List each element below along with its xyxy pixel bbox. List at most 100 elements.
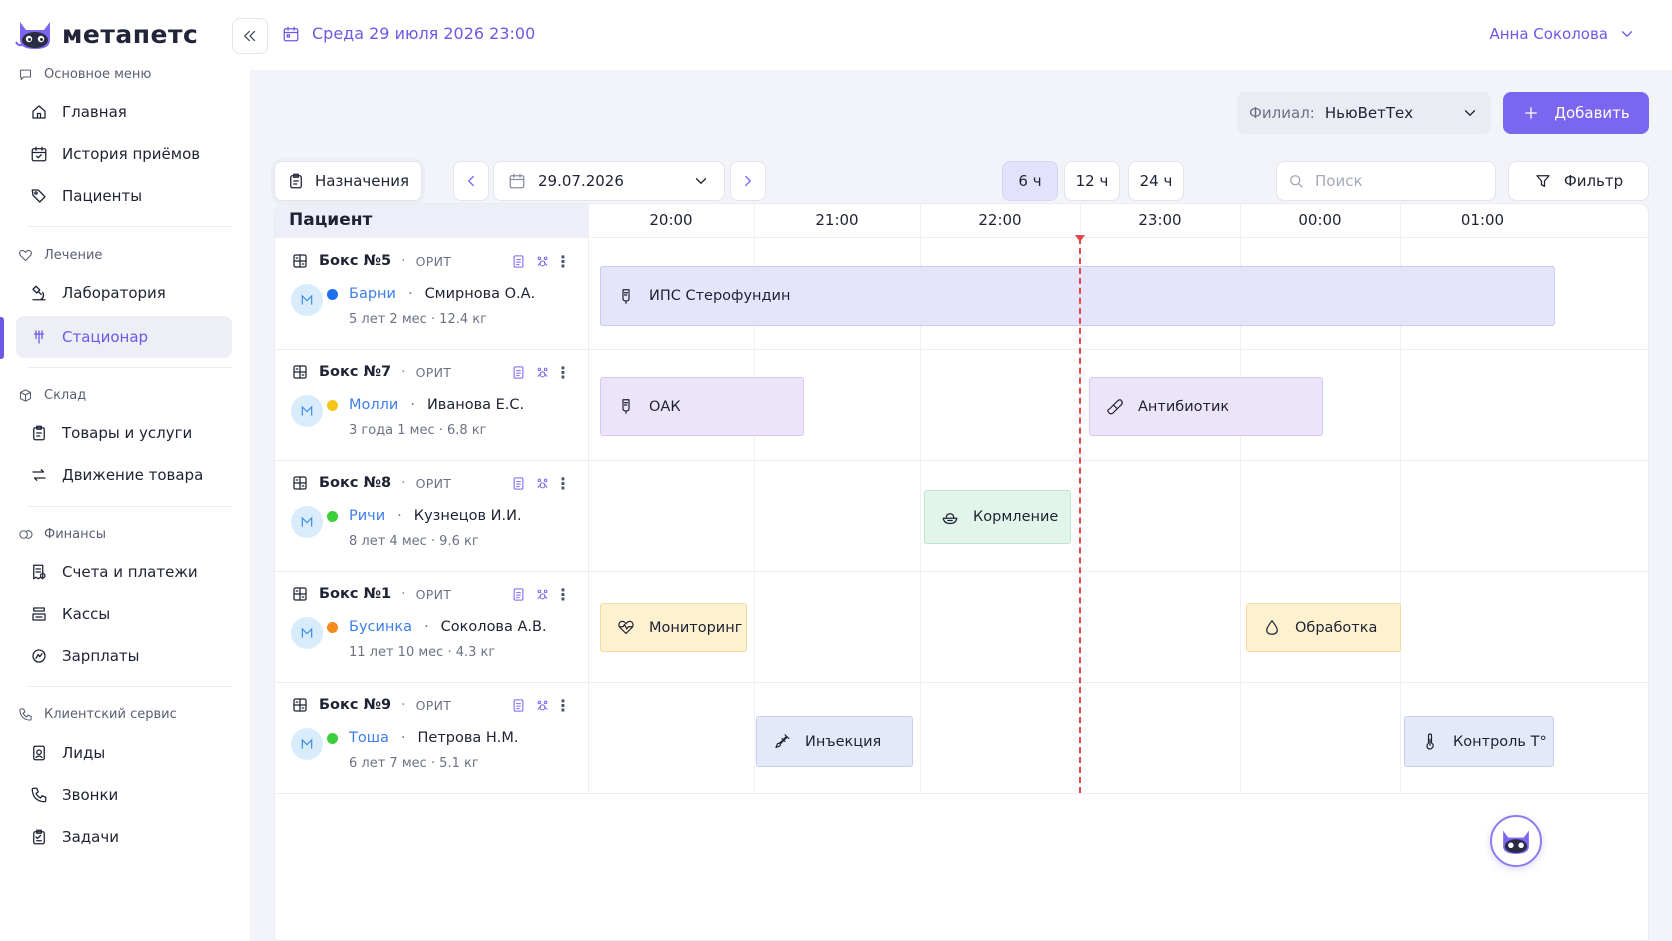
card-icon[interactable] [509,252,527,270]
logo[interactable]: метапетс [14,16,198,52]
box-grid-icon [291,252,309,270]
previous-date-button[interactable] [453,161,489,201]
datetime-text: Среда 29 июля 2026 23:00 [312,24,536,43]
patient-row[interactable]: Бокс №8 · ОРИТ ⋮ Ричи · Кузнецов И.И. 8 лет 4 м… [275,460,588,570]
nav-item-cashboxes[interactable]: Кассы [16,593,232,635]
hour-label: 01:00 [1460,211,1505,229]
appointments-button[interactable]: Назначения [274,161,422,201]
hour-label: 22:00 [978,211,1022,229]
patient-row[interactable]: Бокс №1 · ОРИТ ⋮ Бусинка · Соколова А.В. 11 лет… [275,571,588,681]
pet-name-link[interactable]: Бусинка [349,619,412,635]
paw-share-icon[interactable] [533,696,551,714]
row-tools [509,474,551,492]
receipt-icon [30,563,48,581]
pet-line: Ричи · Кузнецов И.И. [349,508,522,524]
nav-item-stock-movement[interactable]: Движение товара [16,454,232,496]
pet-name-link[interactable]: Ричи [349,508,385,524]
event-title: Мониторинг [649,619,743,636]
paw-share-icon[interactable] [533,363,551,381]
card-icon[interactable] [509,696,527,714]
paw-share-icon[interactable] [533,252,551,270]
nav-item-salaries[interactable]: Зарплаты [16,635,232,677]
filter-button[interactable]: Фильтр [1508,161,1649,201]
pet-meta: 3 года 1 мес · 6.8 кг [349,423,487,438]
nav-item-laboratory[interactable]: Лаборатория [16,272,232,314]
box-info: Бокс №1 · ОРИТ [291,585,451,603]
date-picker[interactable]: 29.07.2026 [493,161,725,201]
schedule-event[interactable]: Инъекция [756,716,913,767]
assistant-button[interactable] [1490,815,1542,867]
schedule-event[interactable]: Мониторинг [600,603,747,652]
card-icon[interactable] [509,585,527,603]
section-title-finance: Финансы [16,525,106,543]
department: ОРИТ [415,364,452,380]
search-box[interactable] [1276,161,1496,201]
next-date-button[interactable] [730,161,766,201]
hour-label: 23:00 [1138,211,1182,229]
schedule-event[interactable]: Обработка [1246,603,1401,652]
owner-name: Петрова Н.М. [417,730,519,746]
phone-icon [16,705,34,723]
pet-name-link[interactable]: Тоша [349,730,389,746]
pet-name-link[interactable]: Молли [349,397,398,413]
patient-row[interactable]: Бокс №9 · ОРИТ ⋮ Тоша · Петрова Н.М. 6 лет 7 ме… [275,682,588,792]
more-menu-icon[interactable]: ⋮ [555,363,571,382]
patient-row[interactable]: Бокс №5 · ОРИТ ⋮ Барни · Смирнова О.А. 5 лет 2 … [275,238,588,348]
drop-icon [1263,619,1281,637]
iv-bag-icon [617,287,635,305]
schedule-event[interactable]: ОАК [600,377,804,436]
coins-icon [16,525,34,543]
nav-item-goods[interactable]: Товары и услуги [16,412,232,454]
nav-item-patients[interactable]: Пациенты [16,175,232,217]
nav-item-calls[interactable]: Звонки [16,774,232,816]
nav-item-history[interactable]: История приёмов [16,133,232,175]
pet-placeholder-icon [301,627,313,638]
more-menu-icon[interactable]: ⋮ [555,696,571,715]
nav-item-tasks[interactable]: Задачи [16,816,232,858]
hour-label: 20:00 [649,211,693,229]
patient-row[interactable]: Бокс №7 · ОРИТ ⋮ Молли · Иванова Е.С. 3 года 1 … [275,349,588,459]
pet-avatar[interactable] [291,617,323,649]
pet-avatar[interactable] [291,506,323,538]
nav-item-home[interactable]: Главная [16,91,232,133]
patient-column-header: Пациент [275,204,588,238]
pet-avatar[interactable] [291,284,323,316]
more-menu-icon[interactable]: ⋮ [555,585,571,604]
chevron-down-icon [1618,25,1636,43]
nav-item-hospital[interactable]: Стационар [16,316,232,358]
user-menu[interactable]: Анна Соколова [1489,25,1636,43]
active-indicator [0,317,4,359]
paw-share-icon[interactable] [533,474,551,492]
section-title-main: Основное меню [16,65,151,83]
schedule-event[interactable]: Антибиотик [1089,377,1323,436]
collapse-sidebar-button[interactable] [232,18,268,54]
clipboard-icon [30,424,48,442]
current-datetime[interactable]: Среда 29 июля 2026 23:00 [282,24,535,43]
more-menu-icon[interactable]: ⋮ [555,474,571,493]
pill-icon [1106,398,1124,416]
current-time-marker [1075,235,1085,242]
card-icon[interactable] [509,474,527,492]
document-icon [30,744,48,762]
pet-avatar[interactable] [291,728,323,760]
paw-share-icon[interactable] [533,585,551,603]
range-6h-button[interactable]: 6 ч [1002,161,1058,201]
search-input[interactable] [1315,172,1485,190]
schedule-event[interactable]: ИПС Стерофундин [600,266,1555,326]
iv-bag-icon [617,398,635,416]
department: ОРИТ [415,253,452,269]
add-button[interactable]: Добавить [1503,92,1649,134]
schedule-event[interactable]: Кормление [924,490,1071,544]
branch-select[interactable]: Филиал: НьюВетТех [1237,92,1491,134]
range-24h-button[interactable]: 24 ч [1128,161,1184,201]
pet-avatar[interactable] [291,395,323,427]
box-name: Бокс №7 [319,364,392,380]
more-menu-icon[interactable]: ⋮ [555,252,571,271]
nav-item-leads[interactable]: Лиды [16,732,232,774]
nav-item-invoices[interactable]: Счета и платежи [16,551,232,593]
range-12h-button[interactable]: 12 ч [1064,161,1120,201]
card-icon[interactable] [509,363,527,381]
schedule-event[interactable]: Контроль T° [1404,716,1554,767]
pet-name-link[interactable]: Барни [349,286,396,302]
calendar-icon [508,172,526,190]
